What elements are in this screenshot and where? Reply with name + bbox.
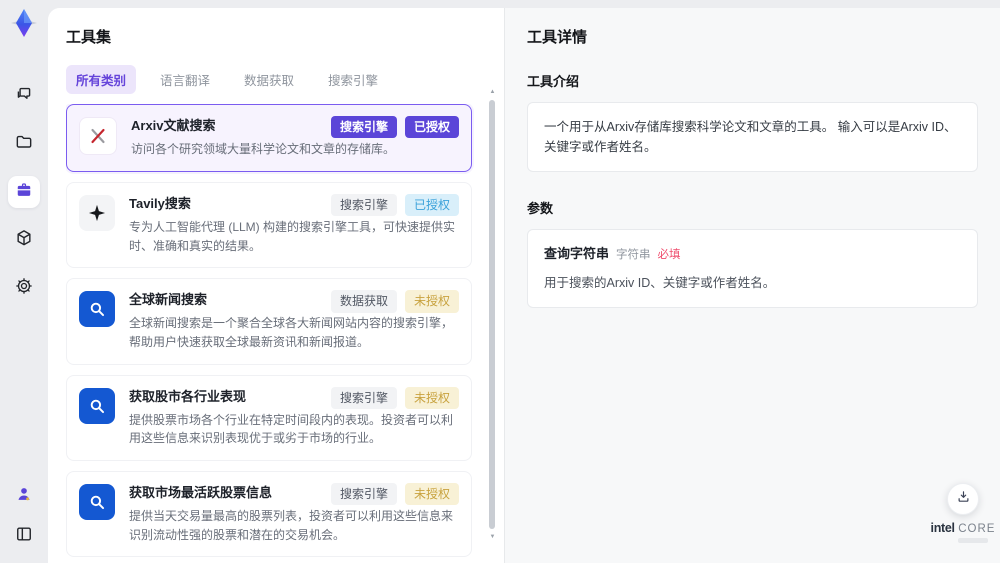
briefcase-icon bbox=[14, 180, 34, 205]
list-scrollbar[interactable]: ▲ ▼ bbox=[488, 82, 497, 557]
tab-1[interactable]: 语言翻译 bbox=[150, 65, 220, 94]
tool-desc: 提供股票市场各个行业在特定时间段内的表现。投资者可以利用这些信息来识别表现优于或… bbox=[129, 412, 454, 446]
brand-core-text: CORE bbox=[958, 523, 996, 535]
scroll-up-icon[interactable]: ▲ bbox=[488, 88, 497, 96]
tool-card[interactable]: 获取市场最活跃股票信息 提供当天交易量最高的股票列表，投资者可以利用这些信息来识… bbox=[66, 470, 472, 558]
param-card: 查询字符串 字符串 必填 用于搜索的Arxiv ID、关键字或作者姓名。 bbox=[527, 229, 978, 308]
tool-details-panel: 工具详情 工具介绍 一个用于从Arxiv存储库搜索科学论文和文章的工具。 输入可… bbox=[504, 8, 1000, 563]
tool-desc: 专为人工智能代理 (LLM) 构建的搜索引擎工具，可快速提供实时、准确和真实的结… bbox=[129, 219, 456, 253]
category-badge: 数据获取 bbox=[330, 290, 397, 313]
app-logo-icon[interactable] bbox=[7, 6, 41, 40]
params-section-title: 参数 bbox=[527, 201, 554, 216]
status-badge: 已授权 bbox=[404, 116, 459, 139]
status-badge: 未授权 bbox=[404, 290, 459, 313]
brand-subline bbox=[958, 538, 988, 543]
category-badge: 搜索引擎 bbox=[330, 193, 397, 217]
search-icon bbox=[79, 387, 115, 424]
folder-icon bbox=[14, 132, 34, 157]
gear-icon bbox=[14, 276, 34, 301]
download-button[interactable] bbox=[947, 483, 979, 515]
status-badge: 已授权 bbox=[404, 193, 459, 217]
sidebar-item-chat[interactable] bbox=[8, 80, 40, 112]
intel-core-logo: intel CORE bbox=[930, 521, 996, 543]
category-badge: 搜索引擎 bbox=[330, 482, 397, 506]
param-name: 查询字符串 bbox=[544, 246, 610, 261]
details-title: 工具详情 bbox=[527, 29, 588, 46]
page-title: 工具集 bbox=[66, 29, 112, 46]
sidebar-item-profile[interactable] bbox=[9, 481, 39, 511]
sidebar-item-panel-toggle[interactable] bbox=[9, 521, 39, 551]
brand-intel-text: intel bbox=[930, 521, 956, 535]
tab-2[interactable]: 数据获取 bbox=[234, 65, 304, 94]
tool-card[interactable]: 获取股市各行业表现 提供股票市场各个行业在特定时间段内的表现。投资者可以利用这些… bbox=[66, 374, 472, 461]
category-badge: 搜索引擎 bbox=[330, 116, 397, 139]
sidebar-bottom bbox=[9, 481, 39, 563]
sidebar-nav bbox=[8, 80, 40, 304]
panel-layout-icon bbox=[14, 524, 34, 549]
param-header: 查询字符串 字符串 必填 bbox=[544, 244, 961, 265]
tool-desc: 提供当天交易量最高的股票列表，投资者可以利用这些信息来识别流动性强的股票和潜在的… bbox=[129, 509, 454, 542]
param-type: 字符串 bbox=[616, 249, 651, 261]
status-badge: 未授权 bbox=[404, 386, 459, 409]
sidebar-item-models[interactable] bbox=[8, 224, 40, 256]
search-icon bbox=[79, 291, 115, 328]
toolset-panel: 工具集 所有类别 语言翻译 数据获取 搜索引擎 Arxiv文献搜索 访问各个研究领域大… bbox=[48, 8, 504, 563]
main-content: 工具集 所有类别 语言翻译 数据获取 搜索引擎 Arxiv文献搜索 访问各个研究领域大… bbox=[48, 8, 1000, 563]
scrollbar-thumb[interactable] bbox=[489, 100, 495, 529]
search-icon bbox=[79, 483, 115, 520]
param-desc: 用于搜索的Arxiv ID、关键字或作者姓名。 bbox=[544, 275, 776, 290]
tool-desc: 全球新闻搜索是一个聚合全球各大新闻网站内容的搜索引擎，帮助用户快速获取全球最新资… bbox=[129, 316, 454, 349]
sidebar-item-files[interactable] bbox=[8, 128, 40, 160]
tool-card[interactable]: 全球新闻搜索 全球新闻搜索是一个聚合全球各大新闻网站内容的搜索引擎，帮助用户快速… bbox=[66, 278, 472, 365]
app-sidebar bbox=[0, 0, 48, 563]
tool-card[interactable]: Arxiv文献搜索 访问各个研究领域大量科学论文和文章的存储库。 搜索引擎 已授… bbox=[66, 104, 472, 172]
arxiv-icon bbox=[79, 117, 117, 155]
param-required-badge: 必填 bbox=[657, 249, 681, 261]
tab-3[interactable]: 搜索引擎 bbox=[318, 65, 388, 94]
category-badge: 搜索引擎 bbox=[330, 386, 397, 409]
tool-card[interactable]: Tavily搜索 专为人工智能代理 (LLM) 构建的搜索引擎工具，可快速提供实… bbox=[66, 181, 472, 269]
sidebar-item-settings[interactable] bbox=[8, 272, 40, 304]
chat-icon bbox=[14, 84, 34, 109]
download-icon bbox=[956, 489, 971, 509]
sidebar-item-toolbox[interactable] bbox=[8, 176, 40, 208]
cube-icon bbox=[14, 228, 34, 253]
tool-desc: 访问各个研究领域大量科学论文和文章的存储库。 bbox=[131, 142, 396, 157]
category-tabs: 所有类别 语言翻译 数据获取 搜索引擎 bbox=[66, 65, 486, 94]
intro-section-title: 工具介绍 bbox=[527, 74, 580, 89]
status-badge: 未授权 bbox=[404, 482, 459, 506]
tool-list: Arxiv文献搜索 访问各个研究领域大量科学论文和文章的存储库。 搜索引擎 已授… bbox=[66, 104, 486, 563]
star-icon bbox=[79, 194, 115, 231]
tool-intro-card: 一个用于从Arxiv存储库搜索科学论文和文章的工具。 输入可以是Arxiv ID… bbox=[527, 102, 978, 172]
tab-0[interactable]: 所有类别 bbox=[66, 65, 137, 94]
user-avatar-icon bbox=[14, 484, 34, 509]
scroll-down-icon[interactable]: ▼ bbox=[488, 533, 497, 541]
